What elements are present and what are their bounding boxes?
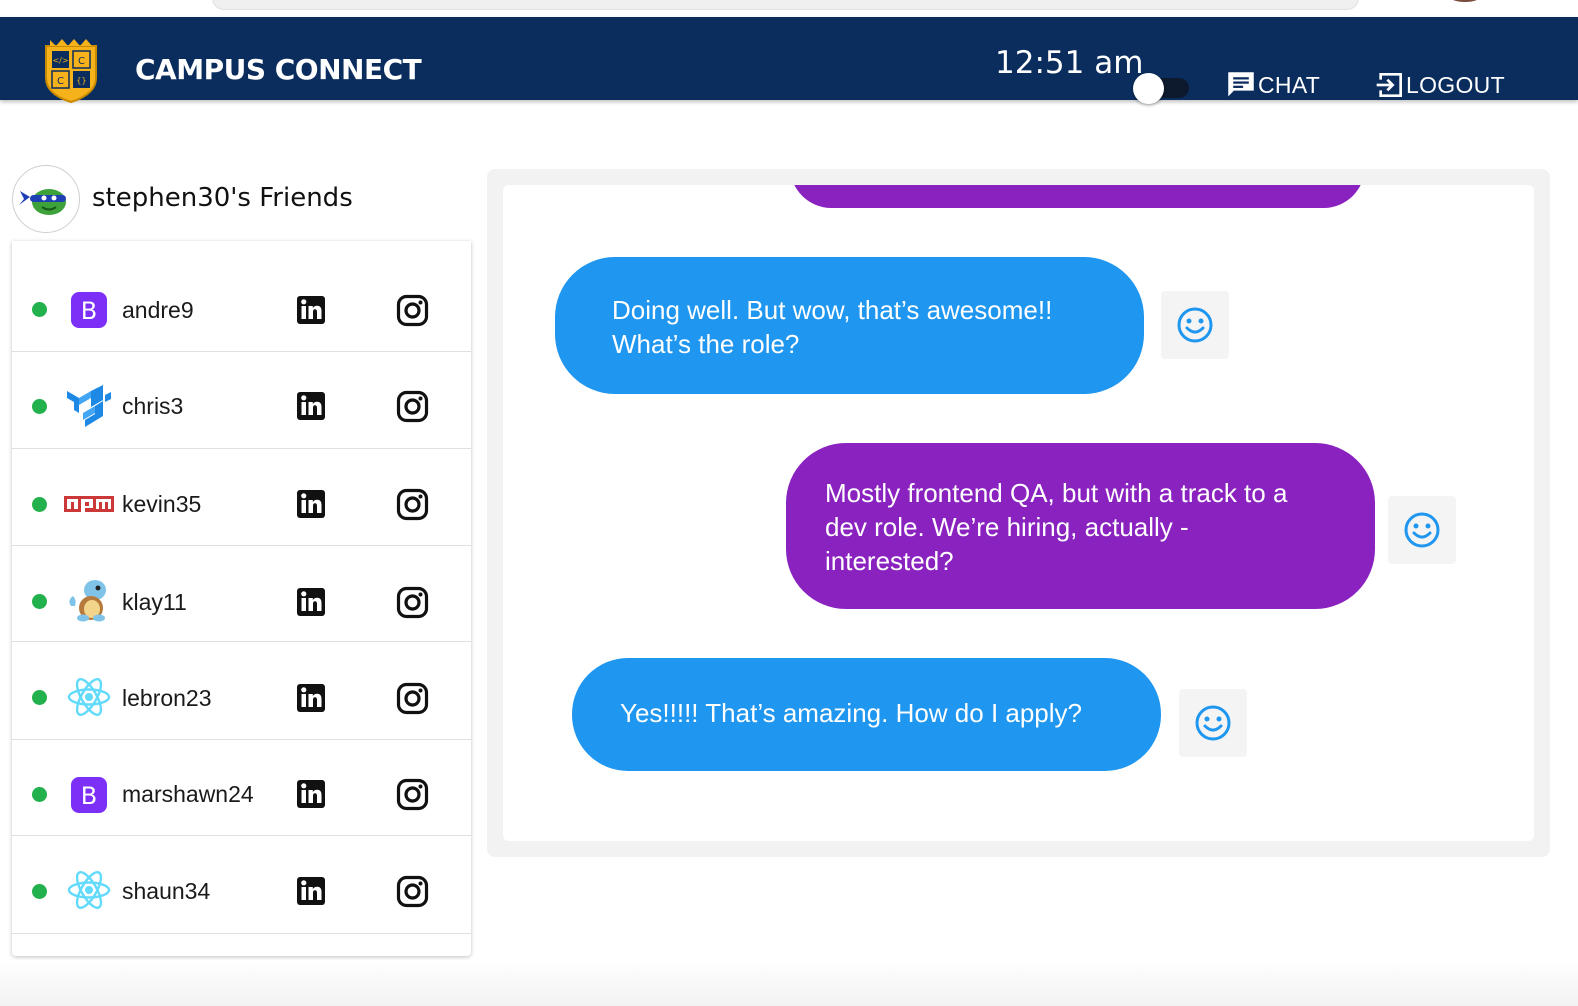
instagram-icon[interactable] — [396, 586, 429, 619]
friend-row[interactable]: B marshawn24 — [12, 739, 471, 836]
svg-text:C: C — [78, 56, 85, 67]
friend-name[interactable]: chris3 — [122, 393, 183, 420]
logout-label: LOGOUT — [1406, 71, 1505, 98]
friends-title: stephen30's Friends — [92, 183, 353, 213]
linkedin-icon[interactable] — [296, 295, 326, 325]
material-ui-icon — [64, 383, 114, 429]
linkedin-icon[interactable] — [296, 683, 326, 713]
bootstrap-icon: B — [64, 287, 114, 333]
message-bubble-received: Yes!!!!! That’s amazing. How do I apply? — [572, 658, 1161, 771]
friend-row[interactable]: lebron23 — [12, 641, 471, 740]
linkedin-icon[interactable] — [296, 779, 326, 809]
chat-panel: Doing well. But wow, that’s awesome!! Wh… — [487, 169, 1550, 857]
message-line: dev role. We’re hiring, actually - — [825, 512, 1189, 542]
friend-name[interactable]: andre9 — [122, 297, 194, 324]
svg-text:B: B — [81, 297, 97, 325]
instagram-icon[interactable] — [396, 488, 429, 521]
instagram-icon[interactable] — [396, 390, 429, 423]
linkedin-icon[interactable] — [296, 489, 326, 519]
online-status-dot — [32, 884, 47, 899]
logout-icon — [1374, 69, 1406, 101]
smiley-icon — [1195, 705, 1231, 741]
svg-text:{}: {} — [76, 76, 86, 85]
message-line: interested? — [825, 546, 954, 576]
linkedin-icon[interactable] — [296, 876, 326, 906]
instagram-icon[interactable] — [396, 682, 429, 715]
react-icon — [64, 867, 114, 913]
toggle-knob — [1133, 73, 1164, 104]
svg-text:B: B — [81, 782, 97, 810]
message-bubble-sent: Mostly frontend QA, but with a track to … — [786, 443, 1375, 609]
browser-address-bar[interactable] — [212, 0, 1359, 10]
add-reaction-button[interactable] — [1161, 291, 1229, 359]
campus-connect-logo-icon[interactable]: </> C C {} — [40, 34, 102, 104]
online-status-dot — [32, 594, 47, 609]
message-line: Mostly frontend QA, but with a track to … — [825, 478, 1288, 508]
smiley-icon — [1404, 512, 1440, 548]
online-status-dot — [32, 787, 47, 802]
friend-row[interactable]: B andre9 — [12, 241, 471, 352]
add-reaction-button[interactable] — [1388, 496, 1456, 564]
friend-name[interactable]: shaun34 — [122, 878, 210, 905]
instagram-icon[interactable] — [396, 875, 429, 908]
friend-name[interactable]: marshawn24 — [122, 781, 254, 808]
online-status-dot — [32, 302, 47, 317]
instagram-icon[interactable] — [396, 778, 429, 811]
chat-icon — [1224, 68, 1258, 102]
friend-row[interactable]: kevin35 — [12, 448, 471, 546]
friend-row[interactable]: shaun34 — [12, 835, 471, 934]
browser-profile-avatar[interactable] — [1448, 0, 1482, 2]
message-line: Yes!!!!! That’s amazing. How do I apply? — [620, 698, 1083, 728]
theme-toggle[interactable] — [1133, 73, 1191, 104]
message-line: What’s the role? — [612, 329, 800, 359]
clock-display: 12:51 am — [995, 45, 1144, 81]
friend-name[interactable]: kevin35 — [122, 491, 201, 518]
linkedin-icon[interactable] — [296, 587, 326, 617]
friends-list: B andre9 chris3 kevin35 klay11 lebron23 … — [12, 241, 471, 956]
logout-button[interactable]: LOGOUT — [1374, 67, 1505, 103]
friend-name[interactable]: klay11 — [122, 589, 187, 616]
bootstrap-icon: B — [64, 772, 114, 818]
linkedin-icon[interactable] — [296, 391, 326, 421]
online-status-dot — [32, 399, 47, 414]
online-status-dot — [32, 690, 47, 705]
browser-top-strip — [0, 0, 1578, 17]
svg-text:</>: </> — [52, 56, 68, 65]
friend-row[interactable]: chris3 — [12, 351, 471, 449]
instagram-icon[interactable] — [396, 294, 429, 327]
message-bubble-partial — [790, 185, 1365, 208]
friends-header: stephen30's Friends — [12, 165, 472, 241]
message-line: Doing well. But wow, that’s awesome!! — [612, 295, 1053, 325]
npm-icon — [64, 482, 114, 528]
squirtle-icon — [64, 577, 114, 623]
add-reaction-button[interactable] — [1179, 689, 1247, 757]
react-icon — [64, 674, 114, 720]
chat-button[interactable]: CHAT — [1224, 67, 1320, 103]
online-status-dot — [32, 497, 47, 512]
page-bottom-shade — [0, 960, 1578, 1006]
friend-name[interactable]: lebron23 — [122, 685, 212, 712]
friend-row[interactable]: klay11 — [12, 545, 471, 642]
app-title: CAMPUS CONNECT — [135, 53, 422, 86]
smiley-icon — [1177, 307, 1213, 343]
top-nav-bar: </> C C {} CAMPUS CONNECT 12:51 am CHAT … — [0, 17, 1578, 104]
chat-messages-area[interactable]: Doing well. But wow, that’s awesome!! Wh… — [503, 185, 1534, 841]
chat-label: CHAT — [1258, 71, 1321, 98]
user-avatar[interactable] — [12, 165, 80, 233]
svg-text:C: C — [57, 76, 64, 87]
message-bubble-received: Doing well. But wow, that’s awesome!! Wh… — [555, 257, 1144, 394]
